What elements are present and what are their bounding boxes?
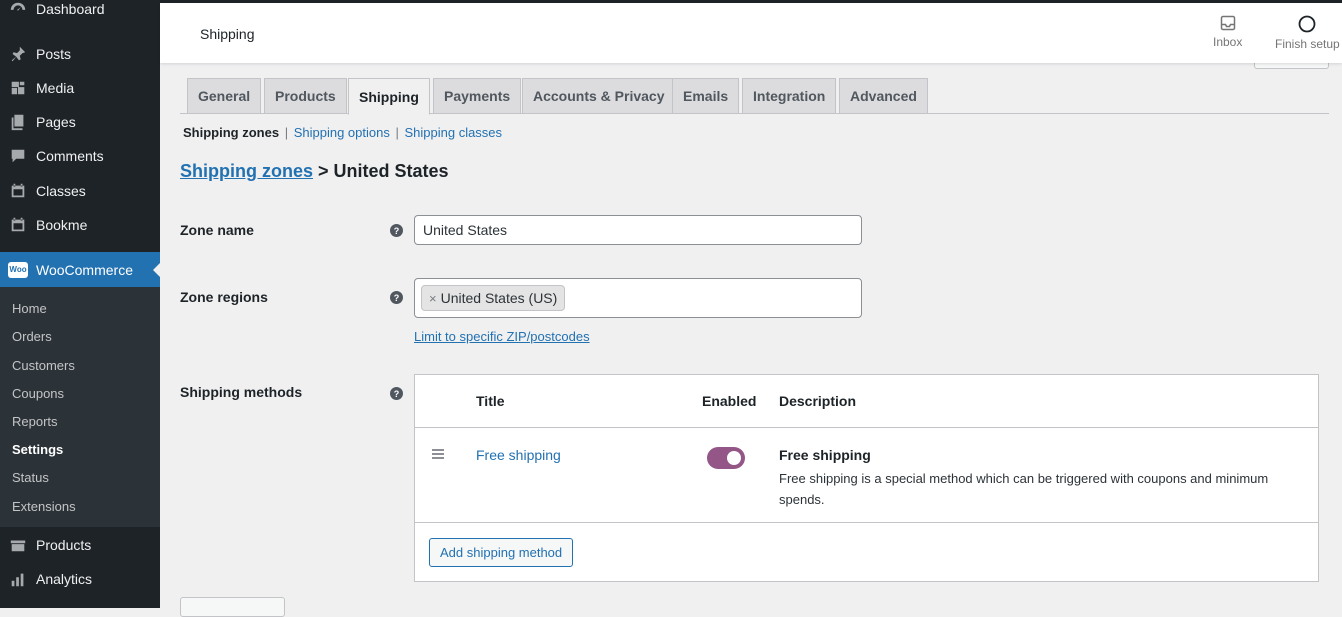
toggle-knob <box>727 451 741 465</box>
shipping-methods-table: Title Enabled Description Free shipping … <box>414 374 1319 582</box>
save-changes-button[interactable] <box>180 597 285 617</box>
submenu-home[interactable]: Home <box>12 301 47 316</box>
method-description-text: Free shipping is a special method which … <box>779 471 1269 507</box>
add-shipping-method-button[interactable]: Add shipping method <box>429 538 574 567</box>
help-icon[interactable]: ? <box>390 387 403 400</box>
inbox-label: Inbox <box>1213 35 1243 49</box>
submenu-customers[interactable]: Customers <box>12 358 75 373</box>
separator: | <box>284 125 289 140</box>
tab-general[interactable]: General <box>187 78 262 114</box>
sidebar-item-pages[interactable]: Pages <box>0 105 160 139</box>
region-chip-label: United States (US) <box>440 290 558 306</box>
sidebar-item-label: Posts <box>36 46 72 62</box>
woocommerce-submenu: Home Orders Customers Coupons Reports Se… <box>0 287 160 527</box>
breadcrumb-shipping-zones-link[interactable]: Shipping zones <box>180 161 313 181</box>
submenu-extensions[interactable]: Extensions <box>12 499 76 514</box>
zone-regions-label: Zone regions <box>180 289 268 305</box>
pages-icon <box>8 112 28 132</box>
comment-icon <box>8 146 28 166</box>
finish-setup-label: Finish setup <box>1275 37 1340 51</box>
sidebar-item-classes[interactable]: Classes <box>0 174 160 208</box>
sidebar-item-woocommerce[interactable]: Woo WooCommerce <box>0 252 161 287</box>
tab-accounts-privacy[interactable]: Accounts & Privacy <box>522 78 676 114</box>
subsection-shipping-zones[interactable]: Shipping zones <box>183 125 279 140</box>
tab-shipping[interactable]: Shipping <box>348 78 430 115</box>
sidebar-item-label: Classes <box>36 183 86 199</box>
separator: | <box>395 125 399 140</box>
tab-payments[interactable]: Payments <box>433 78 522 114</box>
zone-name-label: Zone name <box>180 222 254 238</box>
calendar-icon <box>8 215 28 235</box>
limit-zip-link[interactable]: Limit to specific ZIP/postcodes <box>414 329 590 344</box>
method-description-title: Free shipping <box>779 447 871 463</box>
help-icon[interactable]: ? <box>390 291 403 304</box>
remove-chip-icon[interactable]: × <box>429 291 437 306</box>
method-title-link[interactable]: Free shipping <box>476 447 561 463</box>
divider <box>415 522 1318 523</box>
breadcrumb-current: United States <box>333 161 449 181</box>
tab-advanced[interactable]: Advanced <box>839 78 928 114</box>
submenu-reports[interactable]: Reports <box>12 414 58 429</box>
progress-ring-icon <box>1298 15 1316 33</box>
page-title: Shipping <box>200 26 255 42</box>
page-header: Shipping Inbox Finish setup <box>160 3 1342 63</box>
submenu-orders[interactable]: Orders <box>12 329 52 344</box>
calendar-icon <box>8 181 28 201</box>
sidebar-item-label: Comments <box>36 148 104 164</box>
pin-icon <box>8 44 28 64</box>
sidebar-item-label: Pages <box>36 114 76 130</box>
region-chip: × United States (US) <box>421 285 566 311</box>
subsection-shipping-classes[interactable]: Shipping classes <box>404 125 502 140</box>
shipping-subsections: Shipping zones | Shipping options | Ship… <box>183 125 502 140</box>
breadcrumb: Shipping zones > United States <box>180 161 449 182</box>
sidebar-item-dashboard[interactable]: Dashboard <box>0 0 160 26</box>
sidebar-item-label: Dashboard <box>36 1 105 17</box>
column-header-description: Description <box>779 393 857 409</box>
drag-handle-icon[interactable] <box>432 449 444 461</box>
zone-regions-select[interactable]: × United States (US) <box>414 278 862 318</box>
sidebar-item-comments[interactable]: Comments <box>0 139 160 173</box>
products-icon <box>8 535 28 555</box>
finish-setup-button[interactable]: Finish setup <box>1275 15 1340 51</box>
woocommerce-icon: Woo <box>8 261 28 278</box>
tab-emails[interactable]: Emails <box>672 78 740 114</box>
admin-sidebar: Dashboard Posts Media Pages Comments Cla… <box>0 0 161 608</box>
submenu-coupons[interactable]: Coupons <box>12 386 64 401</box>
sidebar-item-label: Products <box>36 537 92 553</box>
inbox-icon <box>1220 15 1235 31</box>
column-header-enabled: Enabled <box>702 393 757 409</box>
column-header-title: Title <box>476 393 505 409</box>
inbox-button[interactable]: Inbox <box>1213 15 1242 49</box>
submenu-settings[interactable]: Settings <box>12 442 63 457</box>
shipping-methods-label: Shipping methods <box>180 384 303 400</box>
sidebar-item-analytics[interactable]: Analytics <box>0 562 160 596</box>
sidebar-item-label: Bookme <box>36 217 88 233</box>
media-icon <box>8 78 28 98</box>
sidebar-item-bookme[interactable]: Bookme <box>0 208 160 242</box>
sidebar-item-label: WooCommerce <box>36 261 133 278</box>
settings-tabs: General Products Shipping Payments Accou… <box>180 78 1329 115</box>
tab-products[interactable]: Products <box>264 78 347 114</box>
zone-name-input[interactable] <box>414 215 862 245</box>
breadcrumb-separator: > <box>318 161 329 181</box>
dashboard-icon <box>8 0 28 19</box>
tab-integration[interactable]: Integration <box>742 78 837 114</box>
sidebar-item-media[interactable]: Media <box>0 71 160 105</box>
analytics-icon <box>8 569 28 589</box>
method-enabled-toggle[interactable] <box>707 447 745 469</box>
sidebar-item-label: Analytics <box>36 571 93 587</box>
divider <box>415 427 1318 428</box>
submenu-status[interactable]: Status <box>12 470 49 485</box>
subsection-shipping-options[interactable]: Shipping options <box>294 125 390 140</box>
sidebar-item-products[interactable]: Products <box>0 528 160 562</box>
sidebar-item-posts[interactable]: Posts <box>0 37 160 71</box>
help-icon[interactable]: ? <box>390 224 403 237</box>
sidebar-item-label: Media <box>36 80 75 96</box>
